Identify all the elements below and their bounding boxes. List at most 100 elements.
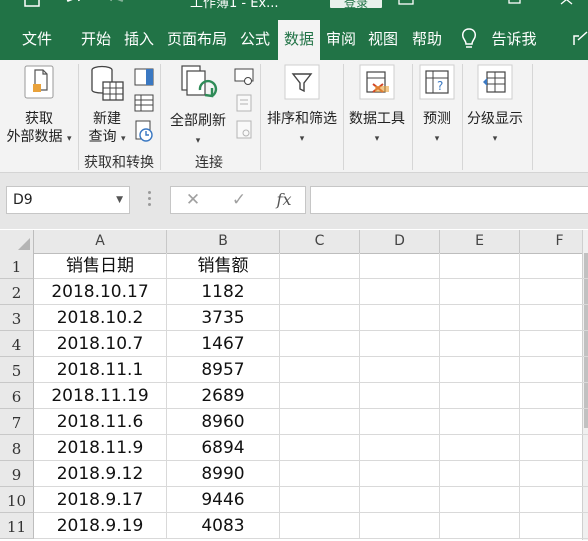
column-header-a[interactable]: A	[34, 230, 167, 253]
cell-a9[interactable]: 2018.9.12	[34, 461, 167, 487]
share-icon[interactable]	[573, 30, 588, 50]
cell-b5[interactable]: 8957	[167, 357, 280, 383]
cell-e4[interactable]	[440, 331, 520, 357]
login-button[interactable]: 登录	[330, 0, 382, 10]
cell-a1[interactable]: 销售日期	[34, 253, 167, 279]
cell-e6[interactable]	[440, 383, 520, 409]
forecast-button[interactable]: ? 预测 ▾	[414, 64, 460, 148]
connections-icon[interactable]	[234, 68, 254, 90]
row-header-9[interactable]: 9	[0, 461, 34, 487]
cell-f10[interactable]	[520, 487, 588, 513]
cell-c2[interactable]	[280, 279, 360, 305]
insert-function-button[interactable]: fx	[269, 187, 299, 213]
row-header-11[interactable]: 11	[0, 513, 34, 539]
cell-f9[interactable]	[520, 461, 588, 487]
cell-c5[interactable]	[280, 357, 360, 383]
cell-f3[interactable]	[520, 305, 588, 331]
tab-file[interactable]: 文件	[10, 18, 64, 60]
cell-b1[interactable]: 销售额	[167, 253, 280, 279]
cell-c10[interactable]	[280, 487, 360, 513]
formula-input[interactable]	[310, 186, 588, 214]
get-external-data-button[interactable]: 获取 外部数据 ▾	[4, 64, 74, 148]
undo-icon[interactable]	[64, 0, 82, 11]
tell-me-search[interactable]: 告诉我	[488, 18, 540, 60]
cell-d6[interactable]	[360, 383, 440, 409]
cell-f1[interactable]	[520, 253, 588, 279]
cell-a6[interactable]: 2018.11.19	[34, 383, 167, 409]
data-tools-button[interactable]: 数据工具 ▾	[344, 64, 410, 148]
cell-c8[interactable]	[280, 435, 360, 461]
cell-e5[interactable]	[440, 357, 520, 383]
cell-e7[interactable]	[440, 409, 520, 435]
row-header-8[interactable]: 8	[0, 435, 34, 461]
tab-review[interactable]: 审阅	[322, 18, 360, 60]
cell-d2[interactable]	[360, 279, 440, 305]
formula-bar-resize-handle[interactable]	[148, 191, 152, 209]
cell-b10[interactable]: 9446	[167, 487, 280, 513]
cell-e8[interactable]	[440, 435, 520, 461]
cell-c9[interactable]	[280, 461, 360, 487]
restore-icon[interactable]	[508, 0, 522, 8]
row-header-4[interactable]: 4	[0, 331, 34, 357]
cell-c7[interactable]	[280, 409, 360, 435]
ribbon-display-options-icon[interactable]	[398, 0, 414, 8]
tab-data[interactable]: 数据	[278, 20, 320, 60]
cell-d11[interactable]	[360, 513, 440, 539]
sort-filter-button[interactable]: 排序和筛选 ▾	[262, 64, 342, 148]
column-header-d[interactable]: D	[360, 230, 440, 253]
cell-d4[interactable]	[360, 331, 440, 357]
recent-sources-icon[interactable]	[134, 120, 154, 146]
column-header-f[interactable]: F	[520, 230, 588, 253]
cell-a4[interactable]: 2018.10.7	[34, 331, 167, 357]
cell-e10[interactable]	[440, 487, 520, 513]
enter-icon[interactable]: ✓	[225, 187, 253, 213]
column-header-c[interactable]: C	[280, 230, 360, 253]
row-header-2[interactable]: 2	[0, 279, 34, 305]
tab-insert[interactable]: 插入	[120, 18, 158, 60]
cell-c6[interactable]	[280, 383, 360, 409]
row-header-1[interactable]: 1	[0, 253, 34, 279]
cell-f11[interactable]	[520, 513, 588, 539]
cell-a8[interactable]: 2018.11.9	[34, 435, 167, 461]
tab-help[interactable]: 帮助	[406, 18, 448, 60]
cell-d7[interactable]	[360, 409, 440, 435]
tab-view[interactable]: 视图	[364, 18, 402, 60]
cell-d9[interactable]	[360, 461, 440, 487]
cell-f6[interactable]	[520, 383, 588, 409]
cell-a11[interactable]: 2018.9.19	[34, 513, 167, 539]
cancel-icon[interactable]: ✕	[179, 187, 207, 213]
cell-c11[interactable]	[280, 513, 360, 539]
cell-c3[interactable]	[280, 305, 360, 331]
column-header-b[interactable]: B	[167, 230, 280, 253]
cell-e1[interactable]	[440, 253, 520, 279]
cell-d10[interactable]	[360, 487, 440, 513]
cell-d5[interactable]	[360, 357, 440, 383]
minimize-icon[interactable]	[452, 0, 466, 8]
tab-formulas[interactable]: 公式	[236, 18, 274, 60]
cell-e3[interactable]	[440, 305, 520, 331]
chevron-down-icon[interactable]: ▼	[116, 187, 123, 213]
row-header-3[interactable]: 3	[0, 305, 34, 331]
row-header-7[interactable]: 7	[0, 409, 34, 435]
from-table-icon[interactable]	[134, 94, 154, 116]
cell-b11[interactable]: 4083	[167, 513, 280, 539]
close-icon[interactable]	[560, 0, 574, 8]
redo-icon[interactable]	[108, 0, 126, 11]
cell-d3[interactable]	[360, 305, 440, 331]
cell-e11[interactable]	[440, 513, 520, 539]
cell-b6[interactable]: 2689	[167, 383, 280, 409]
show-queries-icon[interactable]	[134, 68, 154, 90]
outline-button[interactable]: 分级显示 ▾	[462, 64, 528, 148]
cell-f5[interactable]	[520, 357, 588, 383]
cell-f4[interactable]	[520, 331, 588, 357]
tab-page-layout[interactable]: 页面布局	[162, 18, 232, 60]
save-icon[interactable]	[24, 0, 40, 11]
row-header-5[interactable]: 5	[0, 357, 34, 383]
cell-a3[interactable]: 2018.10.2	[34, 305, 167, 331]
properties-icon[interactable]	[234, 94, 254, 116]
cell-e9[interactable]	[440, 461, 520, 487]
cell-b8[interactable]: 6894	[167, 435, 280, 461]
row-header-6[interactable]: 6	[0, 383, 34, 409]
cell-b2[interactable]: 1182	[167, 279, 280, 305]
cell-f8[interactable]	[520, 435, 588, 461]
